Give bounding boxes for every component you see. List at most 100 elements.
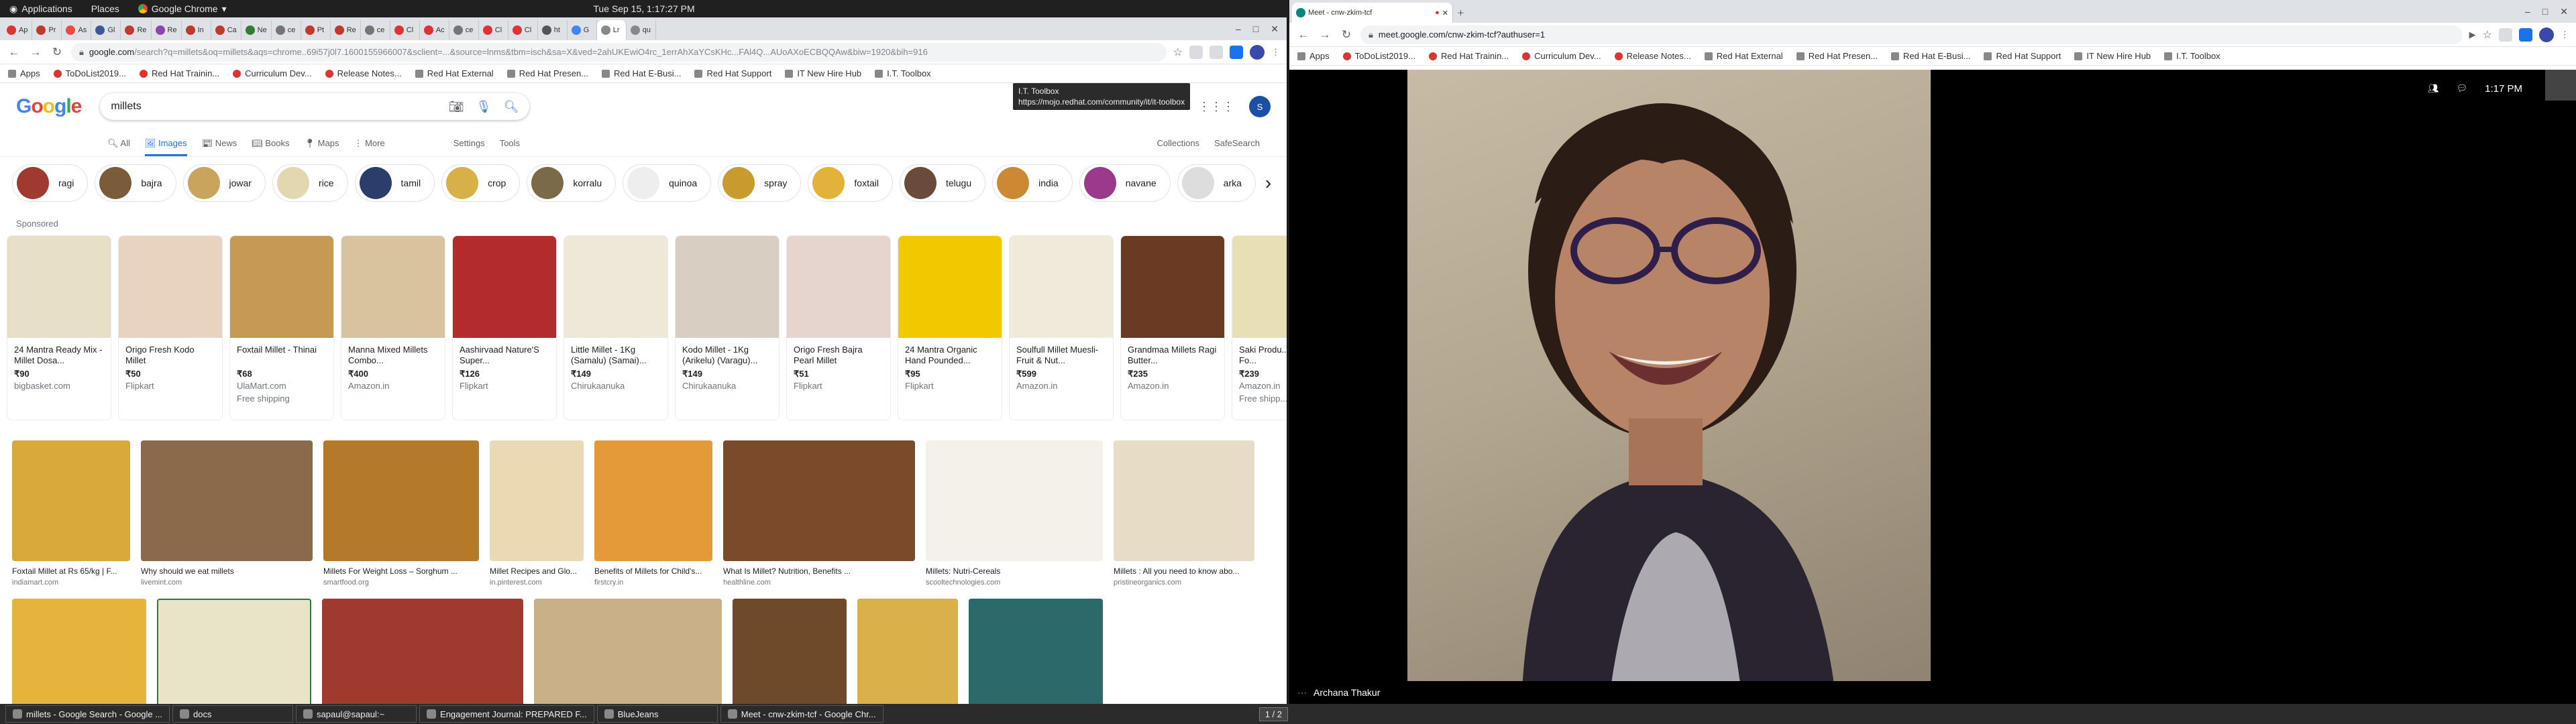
chip-navane[interactable]: navane [1079, 164, 1171, 202]
extension-icon[interactable] [2499, 27, 2512, 42]
close-icon[interactable]: ✕ [2560, 6, 2568, 17]
browser-tab[interactable]: Gl [91, 20, 121, 40]
product-card[interactable]: 24 Mantra Organic Hand Pounded... ₹95 Flip… [898, 235, 1002, 420]
profile-avatar[interactable] [1250, 44, 1265, 60]
tab-meet[interactable]: Meet - cnw-zkim-tcf ● ✕ [1292, 3, 1453, 23]
camera-icon[interactable]: 📷︎ [449, 100, 464, 114]
safesearch-toggle[interactable]: SafeSearch [1214, 138, 1260, 148]
close-icon[interactable]: ✕ [1442, 9, 1448, 17]
address-bar[interactable]: 🔒︎ meet.google.com/cnw-zkim-tcf?authuser… [1360, 25, 2463, 44]
browser-tab[interactable]: ht [538, 20, 568, 40]
browser-tab[interactable]: ce [449, 20, 479, 40]
reload-icon[interactable]: ↻ [50, 46, 64, 59]
browser-tab[interactable]: ce [272, 20, 301, 40]
star-icon[interactable]: ☆ [2483, 28, 2492, 42]
minimize-icon[interactable]: – [2525, 6, 2530, 17]
browser-tab[interactable]: Lr [596, 20, 627, 40]
microphone-icon[interactable]: 🎙︎ [476, 100, 492, 114]
back-icon[interactable]: ← [7, 46, 21, 59]
search-input[interactable]: millets 📷︎ 🎙︎ 🔍︎ [100, 93, 529, 120]
bookmark-item[interactable]: Red Hat External [415, 68, 494, 78]
product-card[interactable]: Kodo Millet - 1Kg (Arikelu) (Varagu)... ₹… [675, 235, 780, 420]
maximize-icon[interactable]: □ [2542, 6, 2548, 17]
places-menu[interactable]: Places [82, 3, 129, 14]
profile-avatar[interactable] [2539, 27, 2554, 42]
browser-tab[interactable]: Cl [508, 20, 538, 40]
image-result[interactable]: Why should we eat millets livemint.com [141, 440, 313, 587]
image-result[interactable]: Millets : All you need to know abo... pri… [1114, 440, 1254, 587]
bookmark-item[interactable]: Red Hat Trainin... [1428, 51, 1509, 61]
bookmark-item[interactable]: ToDoList2019... [53, 68, 126, 78]
taskbar-item[interactable]: millets - Google Search - Google ... [5, 705, 170, 723]
camera-icon[interactable]: ▶ [2469, 29, 2476, 40]
extension-icon[interactable] [1210, 45, 1223, 59]
taskbar-item[interactable]: Meet - cnw-zkim-tcf - Google Chr... [720, 705, 883, 723]
bookmark-item[interactable]: Apps [1297, 51, 1330, 61]
browser-tab[interactable]: qu [627, 20, 656, 40]
product-card[interactable]: Grandmaa Millets Ragi Butter... ₹235 Amazo… [1120, 235, 1225, 420]
active-app-menu[interactable]: Google Chrome ▾ [129, 3, 236, 15]
chevron-right-icon[interactable]: › [1265, 172, 1271, 194]
search-icon[interactable]: 🔍︎ [504, 100, 519, 114]
chip-quinoa[interactable]: quinoa [623, 164, 712, 202]
browser-tab[interactable]: In [182, 20, 211, 40]
tab-maps[interactable]: 📍︎ Maps [305, 138, 339, 149]
new-tab-button[interactable]: ＋ [1453, 3, 1483, 23]
chip-tamil[interactable]: tamil [354, 164, 435, 202]
browser-tab[interactable]: Ac [420, 20, 449, 40]
menu-icon[interactable]: ⋮ [1271, 47, 1280, 58]
bookmark-item[interactable]: Apps [8, 68, 40, 78]
bookmark-item[interactable]: Red Hat Trainin... [139, 68, 219, 78]
back-icon[interactable]: ← [1296, 28, 1311, 42]
close-icon[interactable]: ✕ [1271, 23, 1279, 35]
collections-link[interactable]: Collections [1157, 138, 1199, 148]
extension-icon[interactable] [2519, 27, 2532, 42]
apps-grid-icon[interactable]: ⋮⋮⋮ [1198, 100, 1234, 114]
image-result[interactable] [857, 599, 958, 704]
forward-icon[interactable]: → [1318, 28, 1332, 42]
product-card[interactable]: 24 Mantra Ready Mix - Millet Dosa... ₹90 b… [7, 235, 111, 420]
image-result[interactable] [12, 599, 146, 704]
bookmark-item[interactable]: Red Hat Support [1984, 51, 2061, 61]
extension-icon[interactable] [1230, 45, 1243, 59]
tab-news[interactable]: 📰︎ News [202, 138, 237, 149]
taskbar-item[interactable]: sapaul@sapaul:~ [296, 705, 417, 723]
chat-icon[interactable]: 💬︎ [2457, 83, 2468, 94]
image-result[interactable]: Foxtail Millet at Rs 65/kg | F... indiama… [12, 440, 130, 587]
chip-arka[interactable]: arka [1177, 164, 1256, 202]
bookmark-item[interactable]: Release Notes... [1614, 51, 1691, 61]
minimize-icon[interactable]: – [1236, 23, 1241, 35]
bookmark-item[interactable]: Curriculum Dev... [1522, 51, 1601, 61]
image-result[interactable]: Millets: Nutri-Cereals scooltechnologies.… [926, 440, 1103, 587]
tools-link[interactable]: Tools [500, 138, 520, 148]
image-result[interactable]: What Is Millet? Nutrition, Benefits ... h… [723, 440, 915, 587]
browser-tab[interactable]: Cl [390, 20, 420, 40]
browser-tab[interactable]: Ne [241, 20, 272, 40]
tab-all[interactable]: 🔍︎ All [107, 138, 130, 149]
self-view-thumbnail[interactable] [2545, 70, 2576, 101]
image-result[interactable]: Millet Recipes and Glo... in.pinterest.co… [490, 440, 584, 587]
maximize-icon[interactable]: □ [1253, 23, 1258, 35]
image-result[interactable] [157, 599, 311, 704]
chip-india[interactable]: india [992, 164, 1073, 202]
taskbar-item[interactable]: docs [172, 705, 294, 723]
account-avatar[interactable]: S [1249, 96, 1271, 117]
reload-icon[interactable]: ↻ [1339, 28, 1354, 42]
chip-foxtail[interactable]: foxtail [808, 164, 893, 202]
chip-korralu[interactable]: korralu [527, 164, 616, 202]
browser-tab[interactable]: Pt [301, 20, 331, 40]
product-card[interactable]: Origo Fresh Bajra Pearl Millet ₹51 Flipkar… [786, 235, 891, 420]
browser-tab[interactable]: As [62, 20, 92, 40]
browser-tab[interactable]: Re [331, 20, 361, 40]
image-result[interactable] [733, 599, 847, 704]
product-card[interactable]: Saki Produ... Fasting Fo... ₹239 Amazon.in… [1232, 235, 1287, 420]
image-result[interactable] [534, 599, 722, 704]
image-result[interactable]: Millets For Weight Loss – Sorghum ... sma… [323, 440, 479, 587]
image-result[interactable] [322, 599, 523, 704]
chip-bajra[interactable]: bajra [95, 164, 176, 202]
extension-icon[interactable] [1189, 45, 1203, 59]
tab-books[interactable]: 📖︎ Books [252, 138, 289, 149]
product-card[interactable]: Little Millet - 1Kg (Samalu) (Samai)... ₹… [564, 235, 668, 420]
menu-icon[interactable]: ⋮ [2561, 29, 2569, 40]
bookmark-item[interactable]: Red Hat E-Busi... [602, 68, 681, 78]
